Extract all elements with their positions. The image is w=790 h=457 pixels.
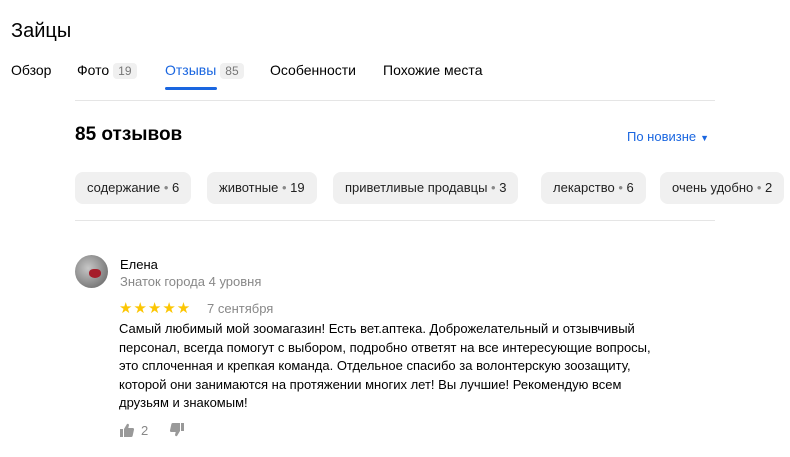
tab-label: Похожие места [383,62,483,78]
sort-label: По новизне [627,129,697,144]
chip-separator: • [753,180,766,195]
reviews-count-heading: 85 отзывов [75,124,183,145]
tab-similar-places[interactable]: Похожие места [383,62,482,78]
review-line: которой они занимаются на протяжении мно… [119,376,622,392]
chip-separator: • [160,180,173,195]
tab-label: Обзор [11,62,52,78]
chip-count: 6 [172,180,180,195]
tab-label: Особенности [270,62,356,78]
chip-label: приветливые продавцы [345,180,488,195]
tag-chip[interactable]: содержание • 6 [75,172,192,204]
review-line: Самый любимый мой зоомагазин! Есть вет.а… [119,321,635,336]
tag-chips: содержание • 6 животные • 19 приветливые… [75,172,790,204]
review-author[interactable]: Елена [120,257,158,272]
caret-down-icon: ▼ [700,133,710,143]
author-level: Знаток города 4 уровня [120,274,262,289]
chip-label: животные [219,180,279,195]
sort-dropdown[interactable]: По новизне ▼ [627,129,709,144]
chip-label: содержание [87,180,161,195]
tab-label: Фото [77,62,110,78]
like-count: 2 [141,423,149,438]
tab-label: Отзывы [165,62,217,78]
tab-photo[interactable]: Фото 19 [77,62,137,79]
chip-separator: • [614,180,627,195]
tag-chip[interactable]: приветливые продавцы • 3 [333,172,519,204]
avatar-detail [89,269,101,278]
review-date: 7 сентября [207,301,274,316]
tag-chip[interactable]: лекарство • 6 [541,172,646,204]
tag-chip[interactable]: животные • 19 [207,172,317,204]
avatar[interactable] [75,255,108,288]
tab-reviews[interactable]: Отзывы 85 [165,62,244,90]
divider [75,100,715,101]
divider [75,220,715,221]
chip-count: 2 [765,180,773,195]
chip-label: лекарство [553,180,615,195]
thumbs-up-icon[interactable] [119,422,135,438]
chip-count: 19 [290,180,305,195]
review-text: Самый любимый мой зоомагазин! Есть вет.а… [119,320,709,413]
tab-count-badge: 85 [220,63,244,79]
chip-label: очень удобно [672,180,754,195]
review-line: это сплоченная и крепкая команда. Отдель… [119,358,631,373]
review-line: персонал, всегда помогут с выбором, подр… [119,339,651,355]
rating-stars: ★★★★★ [119,300,192,317]
chip-separator: • [278,180,291,195]
tab-overview[interactable]: Обзор [11,62,51,78]
tag-chip[interactable]: очень удобно • 2 [660,172,785,204]
place-title: Зайцы [11,20,72,42]
active-tab-indicator [165,87,217,90]
tab-features[interactable]: Особенности [270,62,356,78]
review-line: друзьям и знакомым! [119,395,248,410]
tab-count-badge: 19 [113,63,137,79]
chip-count: 3 [499,180,507,195]
chip-separator: • [487,180,500,195]
thumbs-down-icon[interactable] [169,422,185,438]
chip-count: 6 [626,180,634,195]
